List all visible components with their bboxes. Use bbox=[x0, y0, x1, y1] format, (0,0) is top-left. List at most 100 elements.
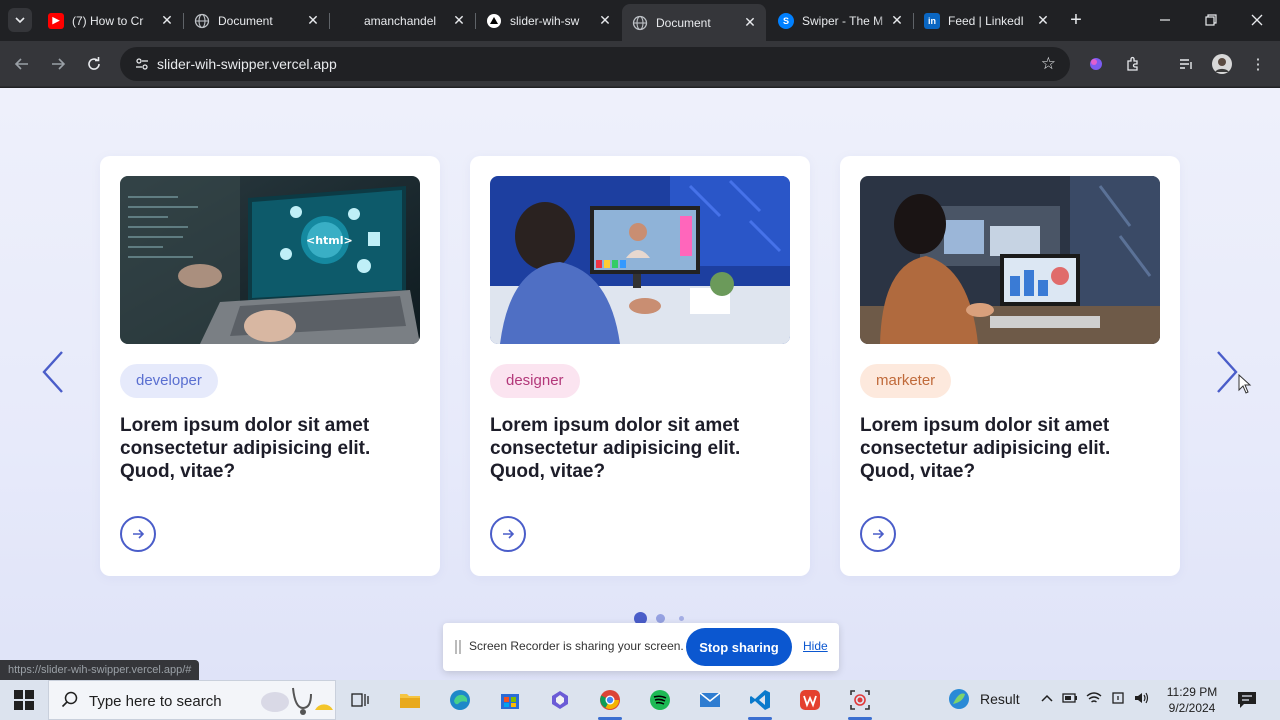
taskbar-search-box[interactable]: Type here to search bbox=[48, 680, 336, 720]
screen-share-bar: Screen Recorder is sharing your screen. … bbox=[443, 623, 839, 671]
card-arrow-button[interactable] bbox=[120, 516, 156, 552]
network-device-icon[interactable] bbox=[1110, 691, 1126, 705]
taskbar-clock[interactable]: 11:29 PM 9/2/2024 bbox=[1162, 684, 1222, 716]
pagination-dot[interactable] bbox=[656, 614, 665, 623]
close-tab-icon[interactable]: ✕ bbox=[305, 12, 321, 28]
close-tab-icon[interactable]: ✕ bbox=[451, 12, 467, 28]
site-settings-icon[interactable] bbox=[134, 56, 150, 72]
slide-card-developer: <html> developer Lorem ipsum dolor sit a… bbox=[100, 156, 440, 576]
drag-handle-icon[interactable] bbox=[455, 640, 461, 654]
close-icon bbox=[1251, 14, 1263, 26]
reload-button[interactable] bbox=[82, 52, 106, 76]
extensions-puzzle-icon[interactable] bbox=[1121, 52, 1145, 76]
search-placeholder: Type here to search bbox=[89, 693, 222, 710]
pagination-dot[interactable] bbox=[679, 616, 684, 621]
vercel-icon bbox=[486, 13, 502, 29]
tab-linkedin[interactable]: in Feed | LinkedI ✕ bbox=[914, 6, 1059, 35]
swiper-icon: S bbox=[778, 12, 794, 29]
arrow-right-icon bbox=[133, 529, 145, 539]
clock-date: 9/2/2024 bbox=[1168, 701, 1216, 715]
vscode-icon[interactable] bbox=[740, 684, 780, 720]
tab-title: Document bbox=[656, 15, 711, 30]
edge-browser-icon[interactable] bbox=[440, 684, 480, 716]
close-tab-icon[interactable]: ✕ bbox=[1035, 12, 1051, 28]
arrow-left-icon bbox=[14, 58, 28, 70]
search-highlight-illustration bbox=[261, 687, 333, 715]
close-window-button[interactable] bbox=[1242, 6, 1272, 34]
copilot-icon[interactable] bbox=[540, 684, 580, 716]
tab-search-button[interactable] bbox=[8, 8, 32, 32]
chevron-up-icon[interactable] bbox=[1040, 691, 1054, 705]
tab-github[interactable]: amanchandel ✕ bbox=[330, 6, 475, 35]
close-tab-icon[interactable]: ✕ bbox=[889, 12, 905, 28]
volume-icon[interactable] bbox=[1134, 691, 1150, 705]
wifi-icon[interactable] bbox=[1086, 691, 1102, 705]
category-tag: marketer bbox=[860, 364, 952, 398]
slider-pagination bbox=[0, 612, 1280, 625]
back-button[interactable] bbox=[10, 52, 34, 76]
arrow-right-icon bbox=[873, 529, 885, 539]
address-bar[interactable]: slider-wih-swipper.vercel.app ☆ bbox=[120, 47, 1070, 81]
tray-result-widget[interactable]: Result bbox=[948, 688, 1020, 710]
search-icon bbox=[61, 691, 78, 708]
tab-swiper[interactable]: S Swiper - The M ✕ bbox=[768, 6, 913, 35]
tab-youtube[interactable]: ▶ (7) How to Cr ✕ bbox=[38, 6, 183, 35]
status-bar-url: https://slider-wih-swipper.vercel.app/# bbox=[0, 660, 200, 680]
wps-office-icon[interactable] bbox=[790, 684, 830, 716]
system-tray bbox=[1040, 691, 1150, 705]
laptop-html-photo: <html> bbox=[120, 176, 420, 344]
tab-title: Swiper - The M bbox=[802, 13, 884, 28]
globe-icon bbox=[632, 15, 648, 31]
chrome-icon[interactable] bbox=[590, 684, 630, 720]
restore-icon bbox=[1205, 14, 1217, 26]
close-tab-icon[interactable]: ✕ bbox=[597, 12, 613, 28]
arrow-right-icon bbox=[503, 529, 515, 539]
tab-title: Document bbox=[218, 13, 273, 28]
minimize-button[interactable] bbox=[1150, 6, 1180, 34]
weather-leaf-icon bbox=[949, 689, 969, 709]
youtube-icon: ▶ bbox=[48, 12, 64, 29]
screen-recorder-icon[interactable] bbox=[840, 684, 880, 720]
file-explorer-icon[interactable] bbox=[390, 684, 430, 716]
card-arrow-button[interactable] bbox=[490, 516, 526, 552]
forward-button[interactable] bbox=[46, 52, 70, 76]
media-controls-icon[interactable] bbox=[1174, 52, 1198, 76]
card-arrow-button[interactable] bbox=[860, 516, 896, 552]
url-text[interactable]: slider-wih-swipper.vercel.app bbox=[157, 56, 337, 72]
bookmark-star-icon[interactable]: ☆ bbox=[1041, 54, 1056, 74]
stop-sharing-button[interactable]: Stop sharing bbox=[686, 628, 792, 666]
tab-document-active[interactable]: Document ✕ bbox=[622, 4, 766, 41]
close-tab-icon[interactable]: ✕ bbox=[159, 12, 175, 28]
card-description: Lorem ipsum dolor sit amet consectetur a… bbox=[490, 415, 741, 482]
task-view-icon[interactable] bbox=[340, 684, 380, 716]
tab-document[interactable]: Document ✕ bbox=[184, 6, 329, 35]
close-tab-icon[interactable]: ✕ bbox=[742, 14, 758, 30]
restore-button[interactable] bbox=[1196, 6, 1226, 34]
slider-prev-arrow-icon[interactable] bbox=[38, 348, 68, 396]
slide-card-marketer: marketer Lorem ipsum dolor sit amet cons… bbox=[840, 156, 1180, 576]
windows-taskbar: Type here to search Result 11:29 PM 9/2/… bbox=[0, 680, 1280, 720]
mail-icon[interactable] bbox=[690, 684, 730, 716]
card-description: Lorem ipsum dolor sit amet consectetur a… bbox=[860, 415, 1111, 482]
tab-title: slider-wih-sw bbox=[510, 13, 580, 28]
profile-avatar[interactable] bbox=[1210, 52, 1234, 76]
tab-title: amanchandel bbox=[364, 13, 437, 28]
extension-color-icon[interactable] bbox=[1084, 52, 1108, 76]
more-menu-icon[interactable]: ⋮ bbox=[1246, 52, 1270, 76]
new-tab-button[interactable]: + bbox=[1066, 10, 1086, 30]
mouse-cursor-icon bbox=[1238, 374, 1252, 394]
hide-link[interactable]: Hide bbox=[803, 639, 828, 653]
spotify-icon[interactable] bbox=[640, 684, 680, 716]
tab-vercel[interactable]: slider-wih-sw ✕ bbox=[476, 6, 621, 35]
notification-center-icon[interactable] bbox=[1236, 690, 1258, 710]
chevron-down-icon bbox=[15, 17, 25, 24]
battery-icon[interactable] bbox=[1062, 691, 1078, 705]
minimize-icon bbox=[1160, 19, 1170, 21]
svg-text:<html>: <html> bbox=[306, 234, 353, 247]
windows-start-icon[interactable] bbox=[14, 690, 34, 710]
tab-strip: ▶ (7) How to Cr ✕ Document ✕ amanchandel… bbox=[0, 0, 1280, 41]
tab-title: Feed | LinkedI bbox=[948, 13, 1024, 28]
category-tag: developer bbox=[120, 364, 218, 398]
microsoft-store-icon[interactable] bbox=[490, 684, 530, 716]
globe-icon bbox=[194, 13, 210, 29]
